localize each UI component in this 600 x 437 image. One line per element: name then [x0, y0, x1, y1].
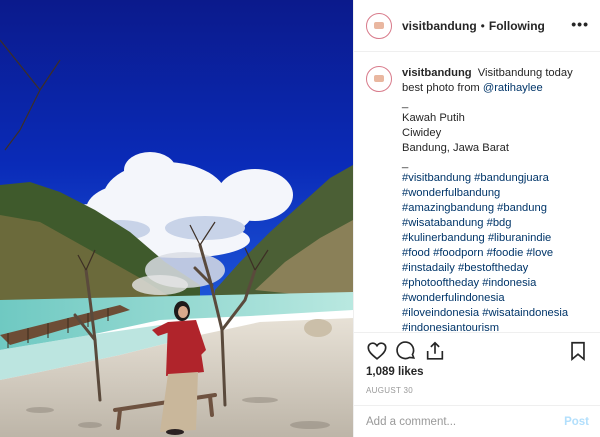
hashtag-line[interactable]: #photooftheday #indonesia	[402, 276, 589, 291]
post-date: AUGUST 30	[366, 386, 414, 395]
caption-section: visitbandung Visitbandung today best pho…	[354, 52, 600, 332]
author-info: visitbandung • Following	[402, 19, 545, 33]
hashtag-line[interactable]: #amazingbandung #bandung	[402, 201, 589, 216]
comment-icon[interactable]	[395, 340, 417, 362]
hashtag-line[interactable]: #indonesiantourism	[402, 321, 589, 332]
bookmark-icon[interactable]	[567, 340, 589, 362]
caption-text: visitbandung Visitbandung today best pho…	[402, 66, 589, 332]
place-line: Ciwidey	[402, 127, 442, 139]
hashtag-list: #visitbandung #bandungjuara #wonderfulba…	[402, 171, 589, 332]
hashtag-line[interactable]: #instadaily #bestoftheday	[402, 261, 589, 276]
post-panel: visitbandung • Following ••• visitbandun…	[353, 0, 600, 437]
post-photo[interactable]	[0, 0, 353, 437]
more-options-icon[interactable]: •••	[571, 16, 589, 32]
caption-avatar[interactable]	[366, 66, 392, 92]
caption-divider: _	[402, 97, 409, 109]
comment-input[interactable]	[366, 415, 565, 428]
hashtag-line[interactable]: #wisatabandung #bdg	[402, 216, 589, 231]
hashtag-line[interactable]: #food #foodporn #foodie #love	[402, 246, 589, 261]
follow-status-button[interactable]: Following	[489, 19, 545, 33]
place-line: Bandung, Jawa Barat	[402, 142, 509, 154]
caption-divider: _	[402, 157, 409, 169]
hashtag-line[interactable]: #visitbandung #bandungjuara	[402, 171, 589, 186]
separator: •	[480, 18, 485, 33]
place-line: Kawah Putih	[402, 112, 465, 124]
kawah-putih-photo	[0, 0, 353, 437]
hashtag-line[interactable]: #wonderfulindonesia	[402, 291, 589, 306]
comment-bar: Post	[354, 405, 600, 437]
heart-icon[interactable]	[366, 340, 388, 362]
post-comment-button[interactable]: Post	[564, 416, 589, 428]
hashtag-line[interactable]: #iloveindonesia #wisataindonesia	[402, 306, 589, 321]
caption-first-line: visitbandung Visitbandung today best pho…	[402, 66, 589, 96]
post-header: visitbandung • Following •••	[354, 0, 600, 52]
avatar[interactable]	[366, 12, 392, 39]
section-divider	[354, 332, 600, 333]
hashtag-line[interactable]: #kulinerbandung #liburanindie	[402, 231, 589, 246]
hashtag-line[interactable]: #wonderfulbandung	[402, 186, 589, 201]
action-bar	[366, 340, 589, 364]
caption-username[interactable]: visitbandung	[402, 67, 472, 79]
mention-link[interactable]: @ratihaylee	[483, 82, 543, 94]
author-username[interactable]: visitbandung	[402, 19, 477, 33]
share-icon[interactable]	[424, 340, 446, 362]
like-count[interactable]: 1,089 likes	[366, 366, 424, 378]
